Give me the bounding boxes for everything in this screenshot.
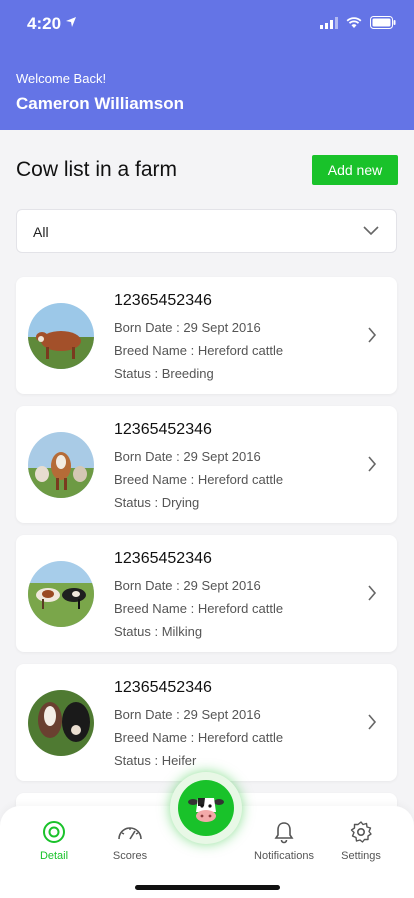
cow-status: Status : Heifer bbox=[114, 753, 197, 768]
status-bar: 4:20 bbox=[0, 0, 414, 48]
nav-label-scores: Scores bbox=[112, 850, 148, 862]
bell-icon bbox=[274, 822, 294, 844]
chevron-right-icon bbox=[368, 327, 377, 343]
cow-photo bbox=[28, 561, 94, 627]
cow-photo bbox=[28, 690, 94, 756]
cow-id: 12365452346 bbox=[114, 679, 212, 696]
welcome-text: Welcome Back! bbox=[16, 71, 107, 86]
cow-photo bbox=[28, 432, 94, 498]
cow-icon bbox=[188, 798, 224, 822]
location-arrow-icon bbox=[66, 17, 76, 27]
cow-breed: Breed Name : Hereford cattle bbox=[114, 601, 284, 616]
cow-breed: Breed Name : Hereford cattle bbox=[114, 343, 284, 358]
wifi-icon bbox=[346, 16, 362, 28]
chevron-right-icon bbox=[368, 585, 377, 601]
status-filter-dropdown[interactable]: All bbox=[16, 209, 397, 253]
add-new-button[interactable]: Add new bbox=[312, 155, 398, 185]
center-cow-button-inner bbox=[178, 780, 234, 836]
cow-card[interactable]: 12365452346 Born Date : 29 Sept 2016 Bre… bbox=[16, 535, 397, 652]
status-time: 4:20 bbox=[27, 14, 62, 33]
nav-item-notifications[interactable]: Notifications bbox=[244, 820, 324, 862]
cow-born-date: Born Date : 29 Sept 2016 bbox=[114, 320, 261, 335]
page-title: Cow list in a farm bbox=[16, 158, 178, 181]
cow-status: Status : Milking bbox=[114, 624, 203, 639]
center-cow-button[interactable] bbox=[170, 772, 242, 844]
app-header: 4:20 Welcome Back! Cameron Williamson bbox=[0, 0, 414, 130]
nav-item-settings[interactable]: Settings bbox=[321, 820, 401, 862]
nav-label-notifications: Notifications bbox=[254, 850, 314, 862]
cow-breed: Breed Name : Hereford cattle bbox=[114, 472, 284, 487]
signal-icon bbox=[320, 16, 338, 29]
cow-card[interactable]: 12365452346 Born Date : 29 Sept 2016 Bre… bbox=[16, 277, 397, 394]
cow-id: 12365452346 bbox=[114, 292, 212, 309]
cow-born-date: Born Date : 29 Sept 2016 bbox=[114, 449, 261, 464]
cow-born-date: Born Date : 29 Sept 2016 bbox=[114, 707, 261, 722]
status-icons bbox=[320, 16, 396, 29]
cow-breed: Breed Name : Hereford cattle bbox=[114, 730, 284, 745]
cow-status: Status : Breeding bbox=[114, 366, 214, 381]
eye-icon bbox=[43, 821, 65, 843]
user-name: Cameron Williamson bbox=[16, 94, 184, 113]
cow-card[interactable]: 12365452346 Born Date : 29 Sept 2016 Bre… bbox=[16, 406, 397, 523]
cow-id: 12365452346 bbox=[114, 550, 212, 567]
nav-item-detail[interactable]: Detail bbox=[14, 820, 94, 862]
battery-icon bbox=[370, 16, 396, 29]
chevron-right-icon bbox=[368, 714, 377, 730]
cow-card[interactable]: 12365452346 Born Date : 29 Sept 2016 Bre… bbox=[16, 664, 397, 781]
speedometer-icon bbox=[118, 827, 142, 840]
nav-label-settings: Settings bbox=[341, 850, 381, 862]
cow-born-date: Born Date : 29 Sept 2016 bbox=[114, 578, 261, 593]
filter-selected-value: All bbox=[33, 224, 49, 240]
nav-label-detail: Detail bbox=[39, 850, 69, 862]
cow-id: 12365452346 bbox=[114, 421, 212, 438]
home-indicator bbox=[135, 885, 280, 890]
nav-item-scores[interactable]: Scores bbox=[90, 820, 170, 862]
cow-status: Status : Drying bbox=[114, 495, 200, 510]
chevron-right-icon bbox=[368, 456, 377, 472]
gear-icon bbox=[350, 821, 372, 843]
cow-photo bbox=[28, 303, 94, 369]
chevron-down-icon bbox=[363, 226, 379, 236]
